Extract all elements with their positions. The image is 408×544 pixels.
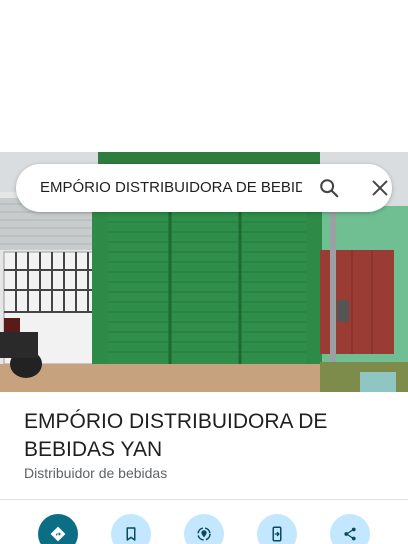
share-button[interactable] — [330, 514, 370, 544]
place-title: EMPÓRIO DISTRIBUIDORA DE BEBIDAS YAN — [24, 410, 328, 461]
divider — [0, 499, 408, 500]
send-to-phone-button[interactable] — [257, 514, 297, 544]
share-icon — [344, 527, 356, 541]
place-category: Distribuidor de bebidas — [24, 465, 168, 481]
search-bar[interactable]: EMPÓRIO DISTRIBUIDORA DE BEBIDAS YAN — [16, 164, 392, 212]
save-button[interactable] — [111, 514, 151, 544]
send-to-phone-icon — [272, 526, 282, 542]
search-icon[interactable] — [318, 177, 340, 199]
nearby-icon — [197, 527, 211, 541]
directions-icon — [50, 526, 66, 542]
directions-button[interactable] — [38, 514, 78, 544]
place-page: EMPÓRIO DISTRIBUIDORA DE BEBIDAS YAN EMP… — [0, 0, 408, 544]
nearby-button[interactable] — [184, 514, 224, 544]
search-input[interactable]: EMPÓRIO DISTRIBUIDORA DE BEBIDAS YAN — [40, 164, 302, 212]
bookmark-icon — [126, 527, 136, 541]
close-icon[interactable] — [369, 177, 391, 199]
